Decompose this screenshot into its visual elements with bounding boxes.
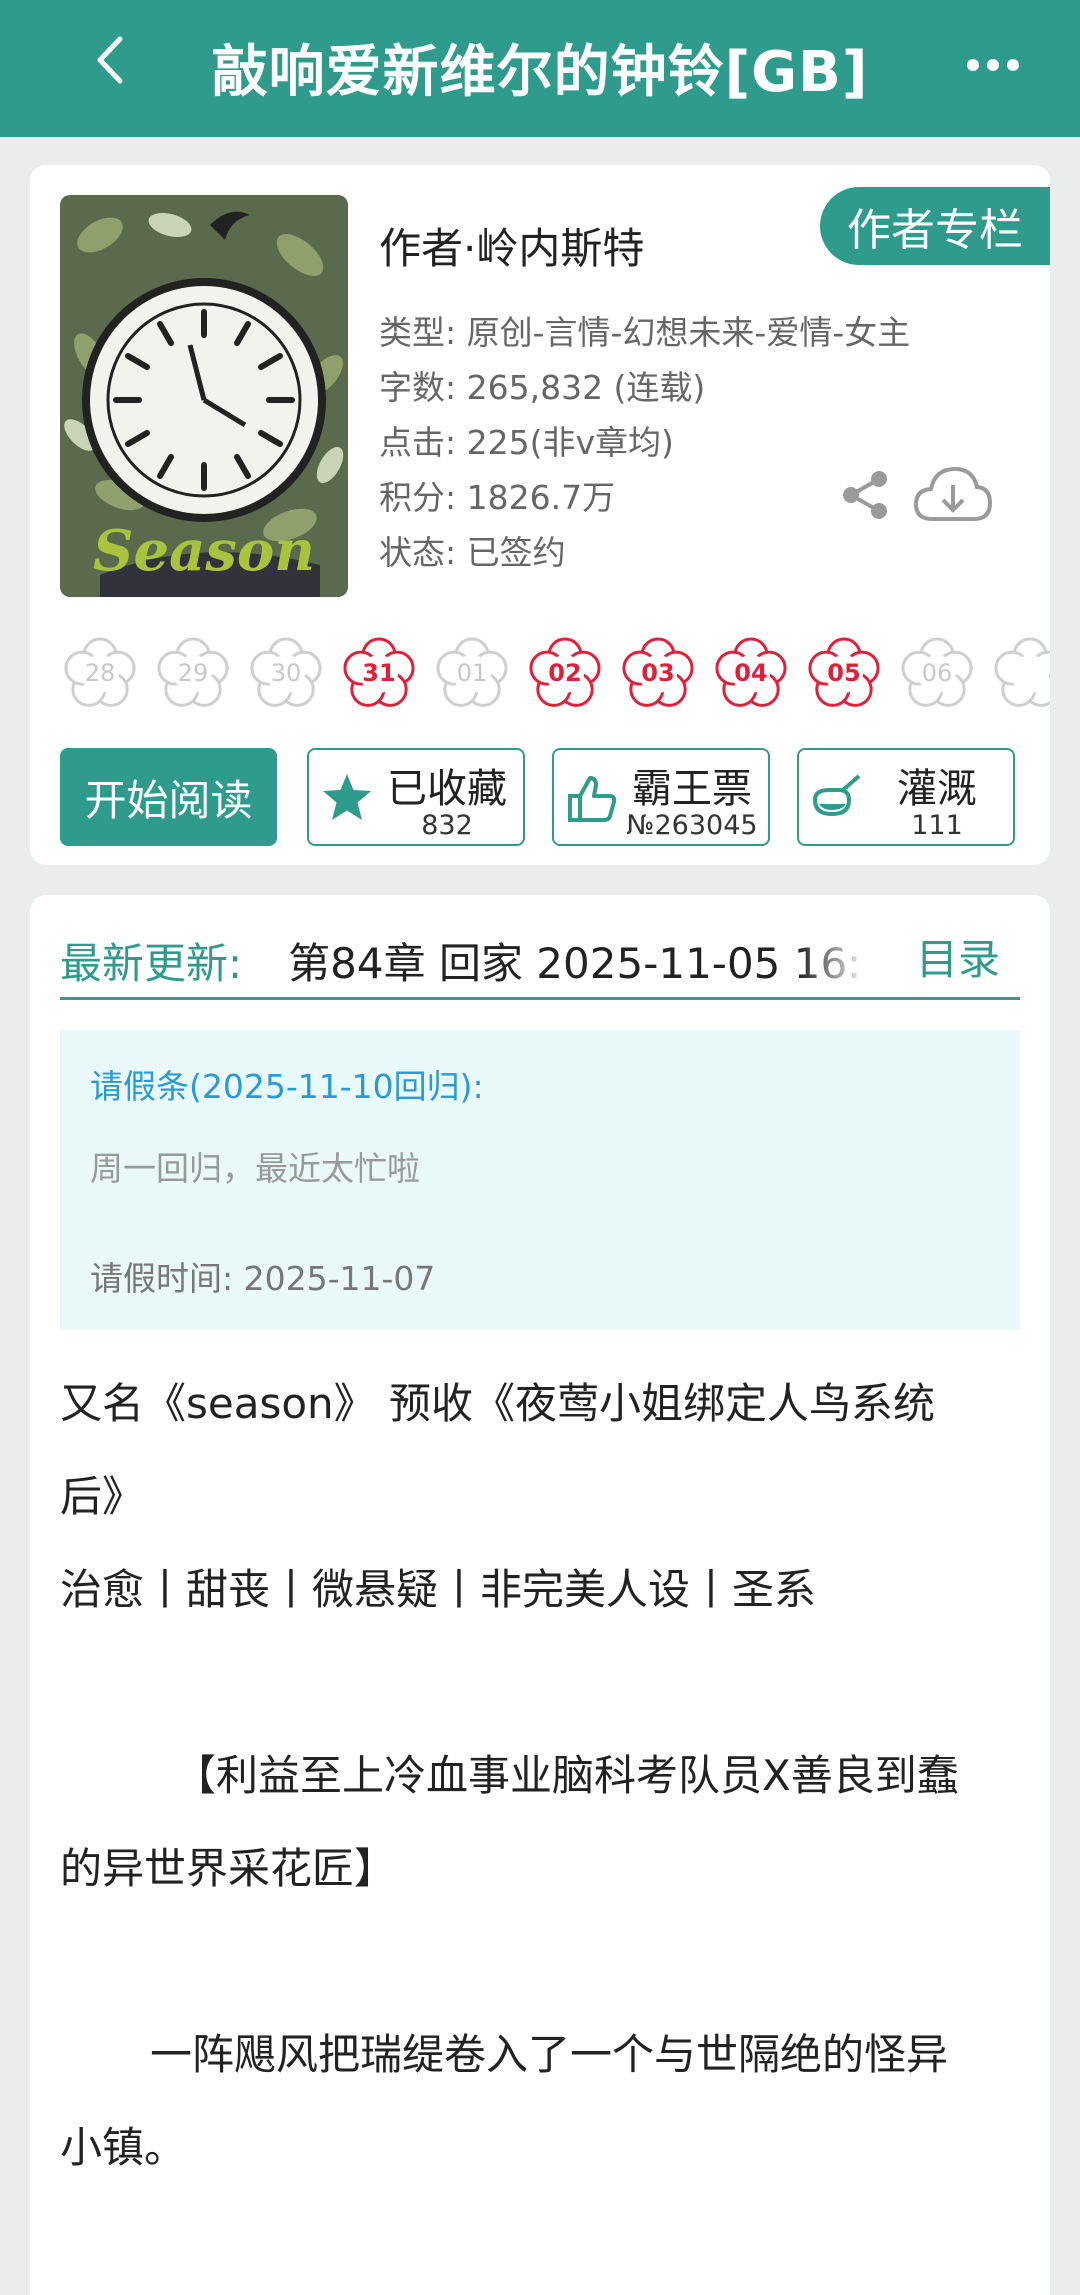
share-button[interactable]: [837, 467, 893, 523]
calendar-day-label: 06: [921, 659, 953, 687]
calendar-day[interactable]: 03: [618, 633, 698, 713]
watering-icon: [812, 774, 861, 817]
calendar-day-label: 28: [84, 659, 116, 687]
page-title: 敲响爱新维尔的钟铃[GB]: [211, 39, 869, 105]
chevron-left-icon: [97, 36, 123, 84]
calendar-day-label: [990, 633, 1050, 713]
info-score: 积分: 1826.7万: [379, 478, 616, 517]
info-words: 字数: 265,832 (连载): [379, 368, 706, 407]
calendar-day-label: 29: [177, 659, 209, 687]
description-line: 小镇。: [60, 2123, 187, 2172]
more-dots-icon: [967, 59, 1019, 71]
latest-update-label: 最新更新:: [60, 938, 243, 988]
info-status: 状态: 已签约: [379, 533, 566, 572]
update-calendar: 28 29 30 31 01 02 03 04 05 06: [60, 633, 1050, 713]
download-button[interactable]: [912, 463, 994, 529]
book-description: 又名《season》 预收《夜莺小姐绑定人鸟系统 后》 治愈丨甜丧丨微悬疑丨非完…: [60, 1357, 1040, 2194]
leave-reason: 周一回归，最近太忙啦: [90, 1149, 420, 1188]
top-bar: 敲响爱新维尔的钟铃[GB]: [0, 0, 1080, 137]
favorite-button[interactable]: 已收藏 832: [307, 748, 525, 846]
share-icon: [843, 471, 887, 519]
content-card: 最新更新: 第84章 回家 2025-11-05 16: 目录 请假条(2025…: [30, 895, 1050, 2295]
back-button[interactable]: [80, 30, 140, 90]
cover-title: Season: [93, 518, 315, 584]
calendar-day-label: 30: [270, 659, 302, 687]
calendar-day-label: 02: [548, 659, 582, 687]
info-type: 类型: 原创-言情-幻想未来-爱情-女主: [379, 313, 911, 352]
calendar-day[interactable]: 30: [246, 633, 326, 713]
calendar-day[interactable]: 04: [711, 633, 791, 713]
calendar-day[interactable]: 05: [804, 633, 884, 713]
calendar-day[interactable]: 01: [432, 633, 512, 713]
calendar-day-label: 03: [641, 659, 675, 687]
leave-time: 请假时间: 2025-11-07: [90, 1259, 436, 1298]
calendar-day-label: 31: [362, 659, 396, 687]
calendar-day[interactable]: 06: [897, 633, 977, 713]
divider: [60, 997, 1020, 1000]
description-line: 一阵飓风把瑞缇卷入了一个与世隔绝的怪异: [150, 2030, 949, 2079]
calendar-day[interactable]: 28: [60, 633, 140, 713]
author-column-button[interactable]: 作者专栏: [820, 187, 1050, 265]
book-info: 类型: 原创-言情-幻想未来-爱情-女主 字数: 265,832 (连载) 点击…: [379, 305, 910, 580]
calendar-day[interactable]: 29: [153, 633, 233, 713]
ticket-label: 霸王票: [632, 766, 752, 812]
water-count: 111: [911, 810, 963, 841]
author-name[interactable]: 作者·岭内斯特: [379, 215, 644, 276]
info-clicks: 点击: 225(非v章均): [379, 423, 674, 462]
description-line: 治愈丨甜丧丨微悬疑丨非完美人设丨圣系: [60, 1565, 817, 1614]
more-menu-button[interactable]: [958, 40, 1028, 90]
calendar-day[interactable]: 02: [525, 633, 605, 713]
cloud-download-icon: [913, 466, 993, 521]
description-line: 【利益至上冷血事业脑科考队员X善良到蠢: [174, 1751, 959, 1800]
latest-chapter-link[interactable]: 第84章 回家 2025-11-05 16:: [288, 930, 868, 991]
leave-title: 请假条(2025-11-10回归):: [90, 1067, 484, 1106]
description-line: 后》: [60, 1472, 145, 1521]
water-button[interactable]: 灌溉 111: [797, 748, 1015, 846]
start-reading-button[interactable]: 开始阅读: [60, 748, 277, 846]
leave-notice: 请假条(2025-11-10回归): 周一回归，最近太忙啦 请假时间: 2025…: [60, 1030, 1020, 1330]
calendar-day[interactable]: 31: [339, 633, 419, 713]
calendar-day-label: 05: [827, 659, 861, 687]
water-label: 灌溉: [897, 766, 977, 812]
thumbs-up-icon: [568, 776, 617, 822]
ticket-count: №263045: [626, 810, 758, 841]
book-cover[interactable]: Season: [60, 195, 348, 597]
star-icon: [323, 774, 371, 820]
book-info-card: Season 作者·岭内斯特 作者专栏 类型: 原创-言情-幻想未来-爱情-女主…: [30, 165, 1050, 865]
description-line: 又名《season》 预收《夜莺小姐绑定人鸟系统: [60, 1379, 936, 1428]
description-line: 的异世界采花匠】: [60, 1844, 397, 1893]
toc-button[interactable]: 目录: [916, 925, 1000, 995]
ticket-button[interactable]: 霸王票 №263045: [552, 748, 770, 846]
calendar-day[interactable]: [990, 633, 1050, 713]
calendar-day-label: 04: [734, 659, 768, 687]
latest-update[interactable]: 最新更新: 第84章 回家 2025-11-05 16: 目录: [60, 925, 1020, 995]
favorite-label: 已收藏: [387, 766, 507, 812]
calendar-day-label: 01: [456, 659, 488, 687]
favorite-count: 832: [421, 810, 473, 841]
cover-image: Season: [60, 195, 348, 597]
